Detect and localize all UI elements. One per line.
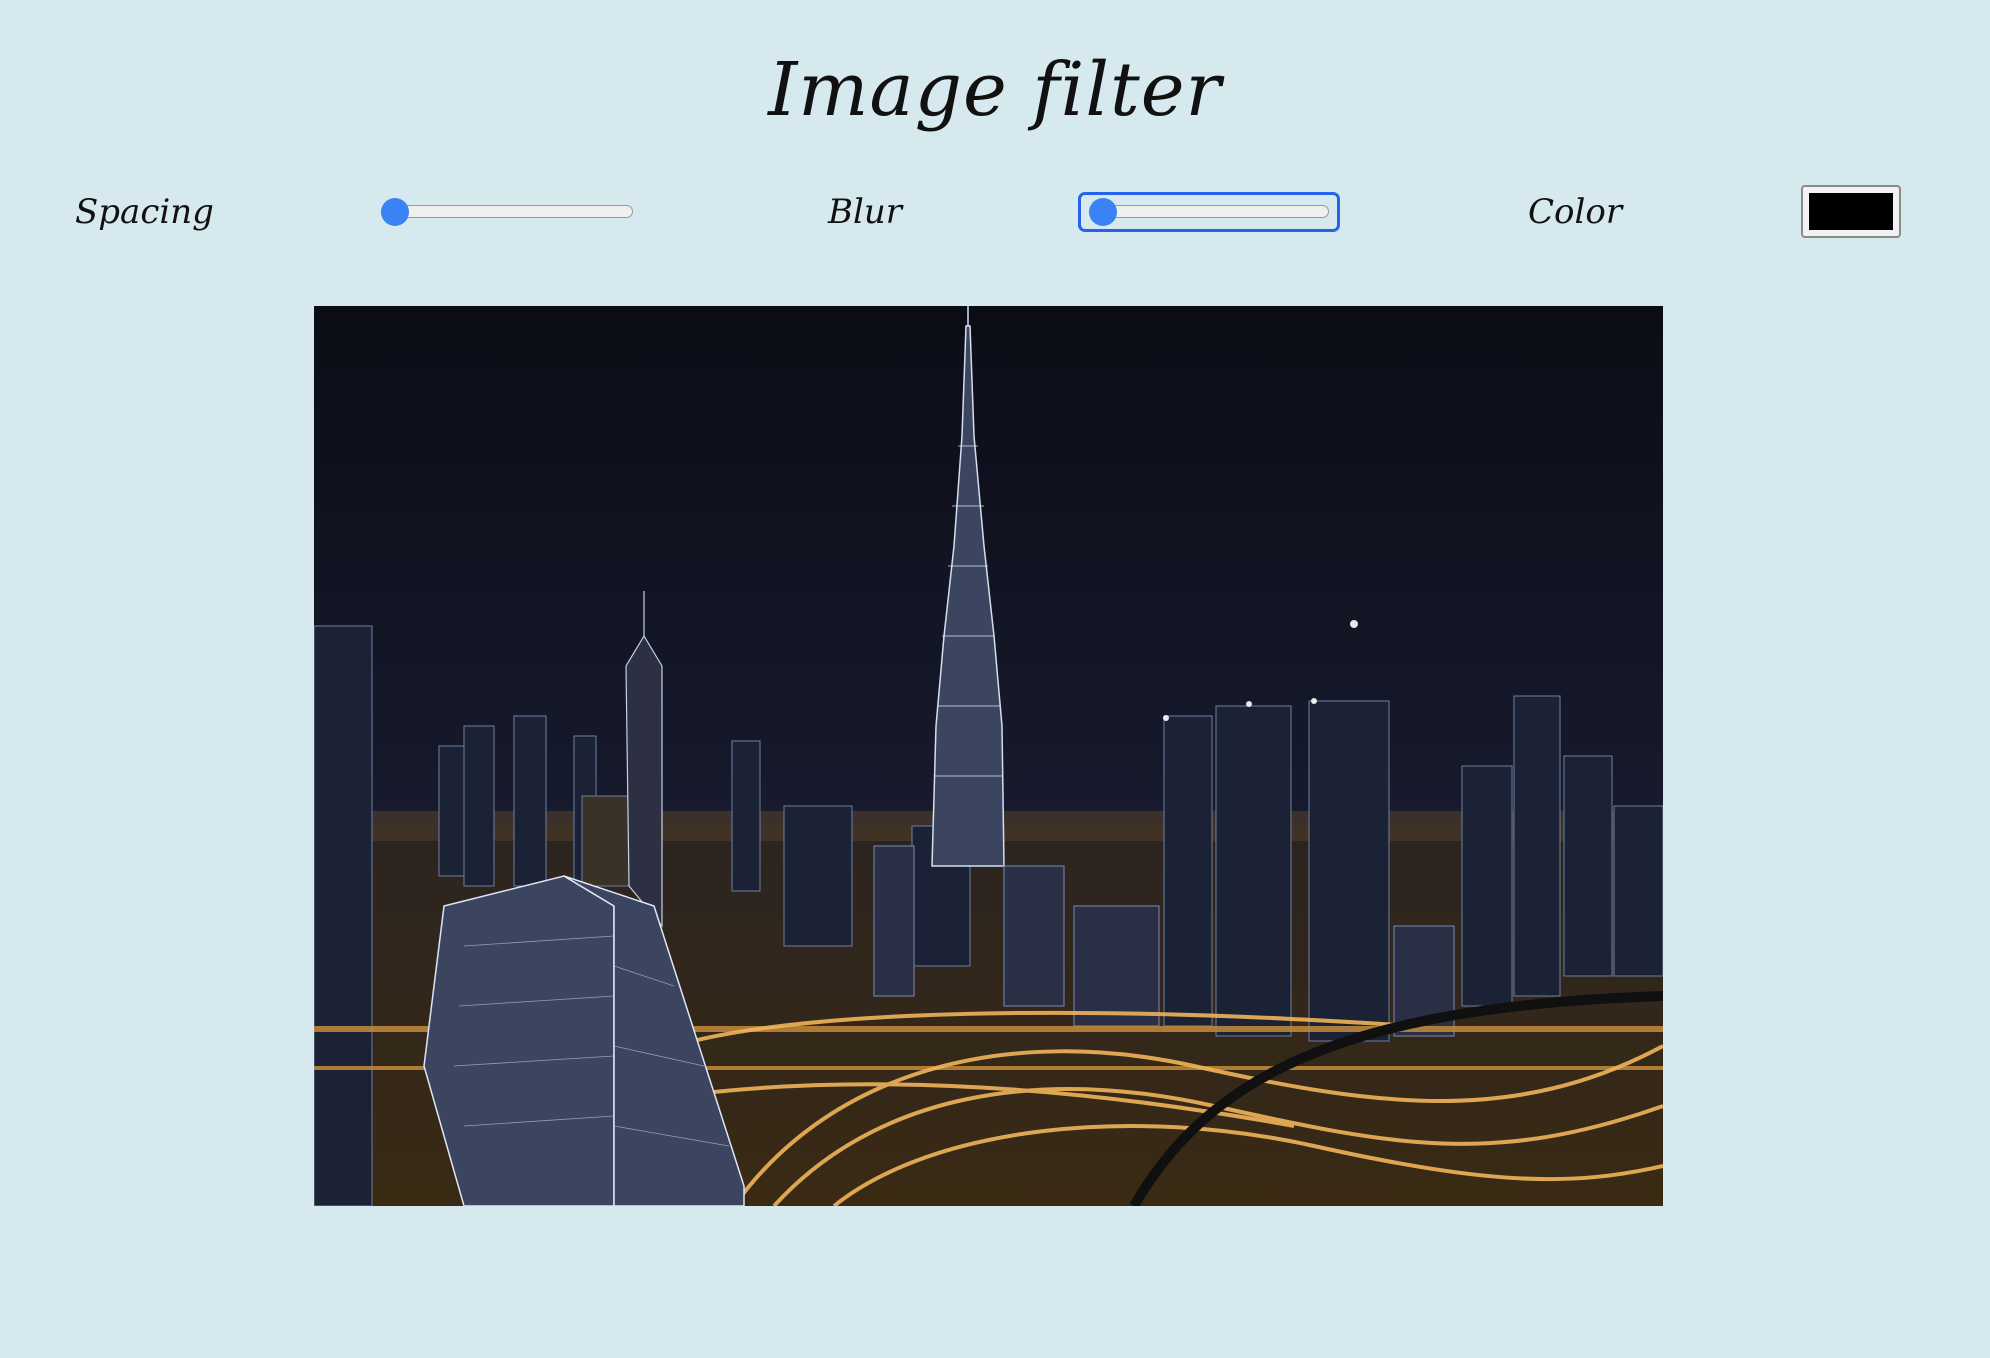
spacing-label: Spacing <box>75 192 214 232</box>
blur-slider-track[interactable] <box>1089 205 1329 218</box>
page-title: Image filter <box>768 47 1222 133</box>
spacing-slider-track[interactable] <box>381 205 633 218</box>
color-picker-swatch <box>1809 193 1893 230</box>
blur-label: Blur <box>828 192 903 232</box>
city-night-skyline-image <box>314 306 1663 1206</box>
blur-slider-thumb[interactable] <box>1089 198 1117 226</box>
color-picker[interactable] <box>1801 185 1901 238</box>
spacing-slider-thumb[interactable] <box>381 198 409 226</box>
spacing-slider[interactable] <box>381 198 633 226</box>
skyline-illustration <box>314 306 1663 1206</box>
color-label: Color <box>1528 192 1623 232</box>
blur-slider[interactable] <box>1089 198 1329 226</box>
blur-slider-focus-ring <box>1078 192 1340 232</box>
